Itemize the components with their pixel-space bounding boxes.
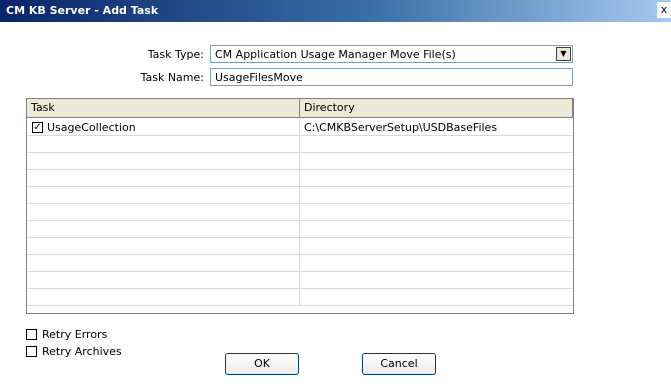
ok-button[interactable]: OK [225,353,299,375]
task-name-label: Task Name: [140,71,204,84]
window-title: CM KB Server - Add Task [6,4,159,17]
close-icon[interactable]: x [657,2,671,18]
task-type-label: Task Type: [147,48,204,61]
table-row-empty[interactable] [27,289,573,306]
table-row-empty[interactable] [27,221,573,238]
column-header-task[interactable]: Task [27,99,300,118]
table-row[interactable]: ✓ UsageCollection C:\CMKBServerSetup\USD… [27,119,573,136]
task-name-value: UsageFilesMove [215,71,303,84]
task-name-input[interactable]: UsageFilesMove [210,68,573,86]
retry-errors-checkbox[interactable] [26,329,37,340]
title-bar: CM KB Server - Add Task x [0,0,671,22]
directory-cell[interactable]: C:\CMKBServerSetup\USDBaseFiles [300,119,573,135]
cancel-button[interactable]: Cancel [362,353,436,375]
table-row-empty[interactable] [27,136,573,153]
retry-archives-checkbox[interactable] [26,346,37,357]
row-checkbox[interactable]: ✓ [32,122,43,133]
task-grid[interactable]: Task Directory ✓ UsageCollection C:\CMKB… [26,98,574,314]
task-type-dropdown[interactable]: CM Application Usage Manager Move File(s… [210,45,573,63]
task-cell-text: UsageCollection [47,121,136,134]
table-row-empty[interactable] [27,204,573,221]
table-row-empty[interactable] [27,187,573,204]
checkmark-icon: ✓ [33,122,42,133]
table-row-empty[interactable] [27,272,573,289]
table-row-empty[interactable] [27,238,573,255]
table-row-empty[interactable] [27,153,573,170]
grid-header: Task Directory [27,99,573,118]
task-cell[interactable]: ✓ UsageCollection [27,119,300,135]
directory-cell-text: C:\CMKBServerSetup\USDBaseFiles [304,121,498,134]
column-header-directory[interactable]: Directory [300,99,573,118]
dropdown-arrow-icon[interactable]: ▼ [556,47,571,61]
task-type-value: CM Application Usage Manager Move File(s… [215,48,456,61]
retry-archives-label: Retry Archives [42,345,122,358]
retry-errors-label: Retry Errors [42,328,108,341]
table-row-empty[interactable] [27,255,573,272]
table-row-empty[interactable] [27,170,573,187]
